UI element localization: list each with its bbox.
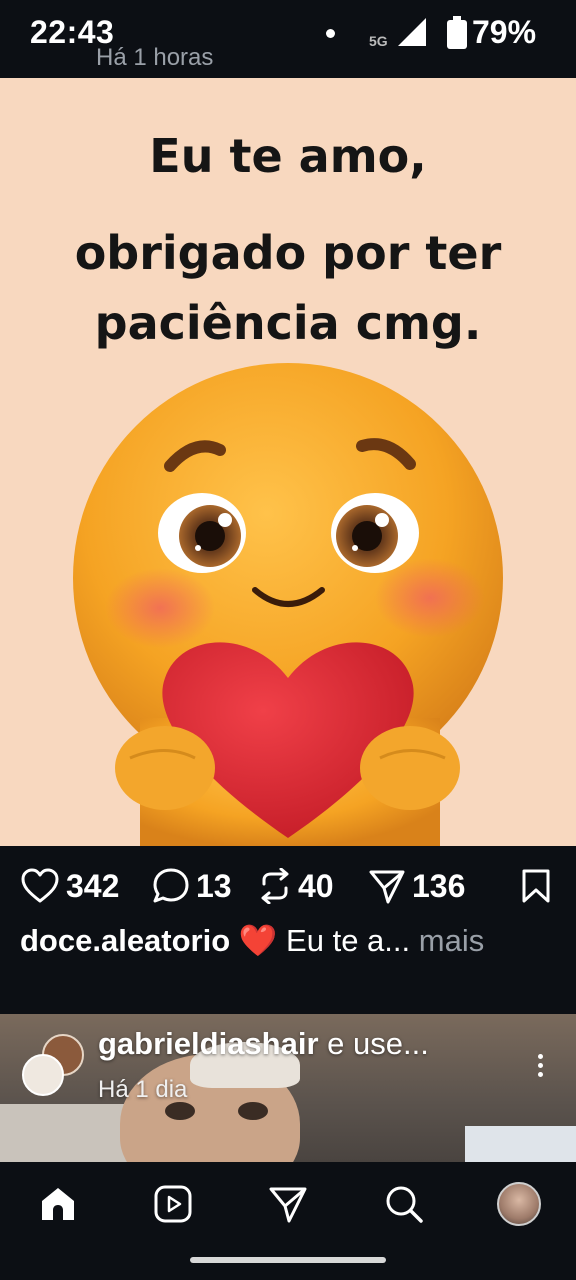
caption-more-link[interactable]: mais <box>419 923 484 958</box>
thumbnail-eye-right <box>238 1102 268 1120</box>
bottom-navigation <box>0 1162 576 1280</box>
next-post-time: Há 1 dia <box>98 1076 188 1103</box>
thumbnail-eye-left <box>165 1102 195 1120</box>
like-count: 342 <box>66 867 120 904</box>
next-post-username[interactable]: gabrieldiashair <box>98 1026 319 1061</box>
post-actions: 342 13 40 136 <box>0 862 576 910</box>
more-options-icon[interactable] <box>532 1050 548 1090</box>
previous-post-time: Há 1 horas <box>96 44 214 71</box>
send-icon <box>369 870 405 904</box>
next-post-authors[interactable]: gabrieldiashair e use... <box>98 1026 429 1062</box>
author-avatar-2[interactable] <box>22 1054 64 1096</box>
nav-reels[interactable] <box>151 1182 195 1226</box>
fluffy-emoji-illustration <box>73 363 503 846</box>
battery-percent: 79% <box>472 14 537 50</box>
thumbnail-window <box>465 1126 576 1162</box>
repost-count: 40 <box>298 867 334 904</box>
caption-username[interactable]: doce.aleatorio <box>20 923 230 958</box>
heart-icon <box>21 868 59 903</box>
share-button[interactable]: 136 <box>368 862 465 910</box>
next-post[interactable]: gabrieldiashair e use... Há 1 dia <box>0 1014 576 1162</box>
nav-search[interactable] <box>382 1182 426 1226</box>
comment-button[interactable]: 13 <box>152 862 232 910</box>
post-media[interactable]: Eu te amo, obrigado por ter paciência cm… <box>0 78 576 846</box>
battery-icon <box>447 16 467 49</box>
repost-button[interactable]: 40 <box>258 862 334 910</box>
nav-direct[interactable] <box>266 1182 310 1226</box>
bookmark-icon <box>522 869 550 903</box>
caption-emoji: ❤️ <box>238 923 278 958</box>
comment-icon <box>153 868 189 903</box>
direct-icon <box>269 1187 307 1223</box>
profile-avatar <box>497 1182 541 1226</box>
nav-home[interactable] <box>36 1182 80 1226</box>
share-count: 136 <box>412 867 466 904</box>
status-bar: 22:43 5G 79% <box>0 0 576 78</box>
reels-icon <box>154 1185 192 1223</box>
save-button[interactable] <box>520 862 552 910</box>
like-button[interactable]: 342 <box>20 862 119 910</box>
notification-dot <box>326 29 335 38</box>
nav-profile[interactable] <box>497 1182 541 1226</box>
home-icon <box>42 1188 74 1220</box>
search-icon <box>386 1186 423 1223</box>
network-type: 5G <box>369 33 388 49</box>
signal-icon <box>398 18 426 46</box>
comment-count: 13 <box>196 867 232 904</box>
post-caption[interactable]: doce.aleatorio ❤️ Eu te a... mais <box>20 922 560 959</box>
home-indicator[interactable] <box>190 1257 386 1263</box>
caption-text: Eu te a... <box>286 923 411 958</box>
thumbnail-wall <box>0 1104 140 1162</box>
author-avatars[interactable] <box>22 1034 88 1096</box>
next-post-joiner: e use... <box>327 1026 429 1061</box>
repost-icon <box>261 868 289 904</box>
